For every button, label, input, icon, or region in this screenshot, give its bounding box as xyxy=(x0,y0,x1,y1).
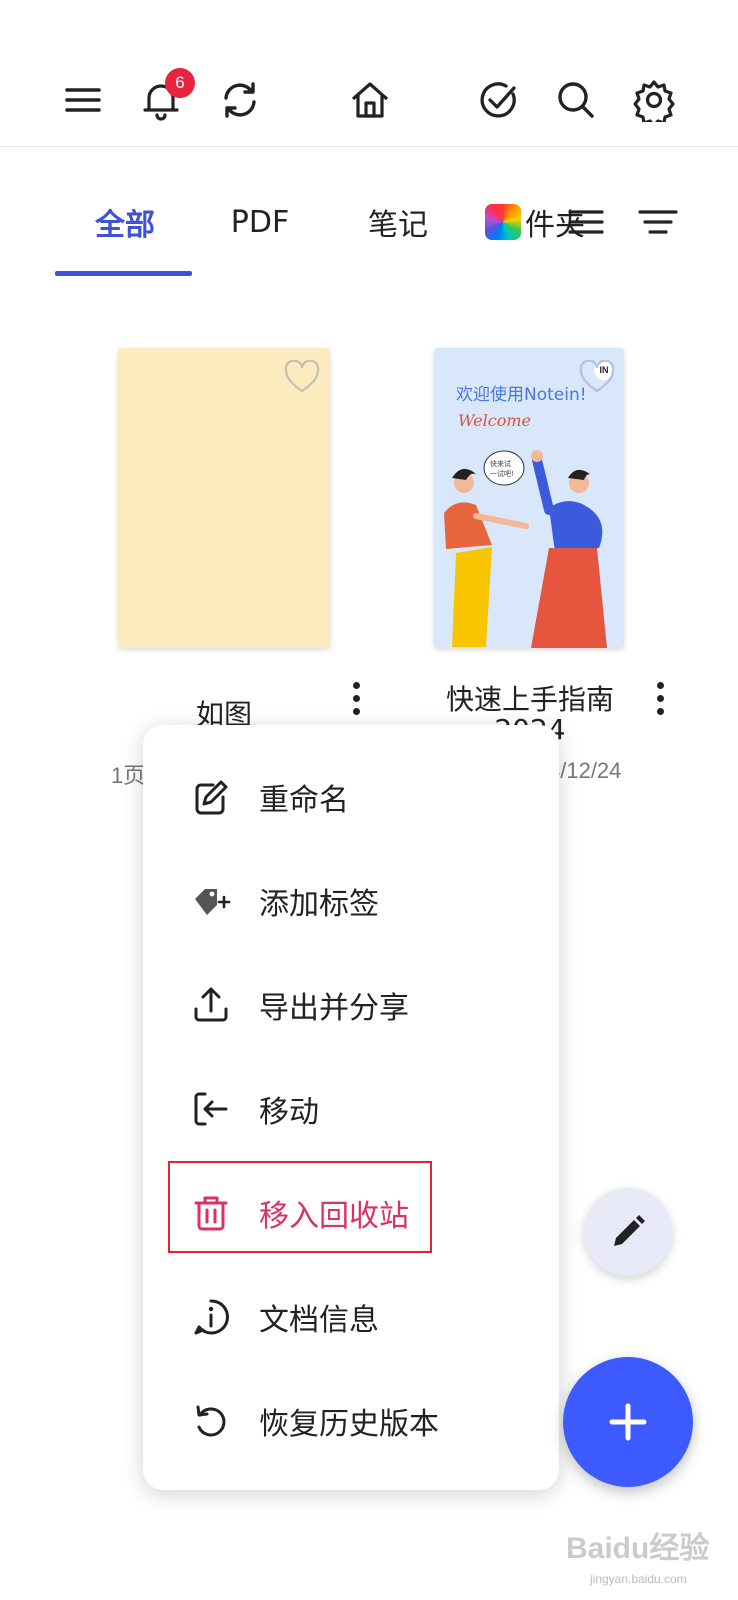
trash-icon xyxy=(189,1191,233,1235)
folder-color-icon xyxy=(485,204,521,240)
watermark-url: jingyan.baidu.com xyxy=(590,1572,687,1586)
cover-bubble-line2: 一试吧! xyxy=(490,469,514,478)
document-context-menu: 重命名 添加标签 导出并分享 移动 移入回收站 文档信息 恢复历史版本 xyxy=(143,725,559,1490)
pencil-icon xyxy=(614,1215,645,1246)
add-fab[interactable] xyxy=(563,1357,693,1487)
tab-all[interactable]: 全部 xyxy=(70,192,180,252)
document-title: 快速上手指南 xyxy=(445,683,614,716)
search-button[interactable] xyxy=(548,72,604,128)
menu-item-export-share[interactable]: 导出并分享 xyxy=(143,953,559,1057)
more-dot xyxy=(656,707,664,715)
edit-icon xyxy=(189,775,233,819)
tab-all-label: 全部 xyxy=(95,208,155,243)
menu-item-label: 添加标签 xyxy=(259,887,379,922)
menu-item-add-tag[interactable]: 添加标签 xyxy=(143,849,559,953)
more-dot xyxy=(352,681,360,689)
menu-item-label: 移入回收站 xyxy=(259,1199,409,1234)
home-icon xyxy=(351,82,389,118)
upload-icon xyxy=(189,983,233,1027)
more-dot xyxy=(656,681,664,689)
menu-item-restore-history[interactable]: 恢复历史版本 xyxy=(143,1369,559,1473)
cover-text-line2: Welcome xyxy=(458,411,531,430)
home-button[interactable] xyxy=(342,72,398,128)
menu-item-document-info[interactable]: 文档信息 xyxy=(143,1265,559,1369)
search-icon xyxy=(558,82,594,118)
menu-item-label: 恢复历史版本 xyxy=(259,1407,439,1442)
document-more-button[interactable] xyxy=(336,670,376,726)
gear-icon xyxy=(633,80,675,122)
settings-button[interactable] xyxy=(626,72,682,128)
active-tab-indicator xyxy=(55,271,192,276)
document-meta: 4/12/24 xyxy=(548,758,622,783)
plus-icon xyxy=(609,1403,647,1441)
list-view-icon xyxy=(568,210,604,234)
menu-item-label: 移动 xyxy=(259,1095,319,1130)
menu-item-rename[interactable]: 重命名 xyxy=(143,745,559,849)
document-meta: 1页 xyxy=(111,763,146,788)
menu-item-label: 文档信息 xyxy=(259,1303,379,1338)
cover-bubble-line1: 快来试 xyxy=(490,459,511,468)
more-dot xyxy=(656,694,664,702)
sort-button[interactable] xyxy=(630,194,686,250)
select-button[interactable] xyxy=(470,72,526,128)
more-dot xyxy=(352,707,360,715)
notifications-button[interactable]: 6 xyxy=(133,68,195,128)
history-icon xyxy=(189,1399,233,1443)
tab-pdf[interactable]: PDF xyxy=(205,192,315,252)
sync-button[interactable] xyxy=(212,72,268,128)
menu-icon xyxy=(65,88,101,112)
heart-icon[interactable] xyxy=(578,360,616,394)
sort-icon xyxy=(638,210,678,234)
sync-icon xyxy=(224,82,256,118)
notification-badge: 6 xyxy=(165,68,195,98)
check-circle-icon xyxy=(480,82,516,118)
info-icon xyxy=(189,1295,233,1339)
view-toggle-button[interactable] xyxy=(558,194,614,250)
heart-icon[interactable] xyxy=(283,360,321,394)
menu-item-label: 重命名 xyxy=(259,783,349,818)
tag-add-icon xyxy=(189,879,233,923)
menu-item-label: 导出并分享 xyxy=(259,991,409,1026)
watermark: Baidu经验 xyxy=(566,1532,710,1565)
move-icon xyxy=(189,1087,233,1131)
menu-item-move-to-trash[interactable]: 移入回收站 xyxy=(143,1161,559,1265)
tab-notes-label: 笔记 xyxy=(368,208,428,243)
cover-text-line1: 欢迎使用Notein! xyxy=(456,384,587,405)
menu-button[interactable] xyxy=(55,72,111,128)
tab-pdf-label: PDF xyxy=(230,204,290,240)
document-more-button[interactable] xyxy=(640,670,680,726)
toolbar-divider xyxy=(0,146,738,147)
tab-notes[interactable]: 笔记 xyxy=(343,192,453,252)
menu-item-move[interactable]: 移动 xyxy=(143,1057,559,1161)
new-note-fab[interactable] xyxy=(584,1188,672,1276)
more-dot xyxy=(352,694,360,702)
